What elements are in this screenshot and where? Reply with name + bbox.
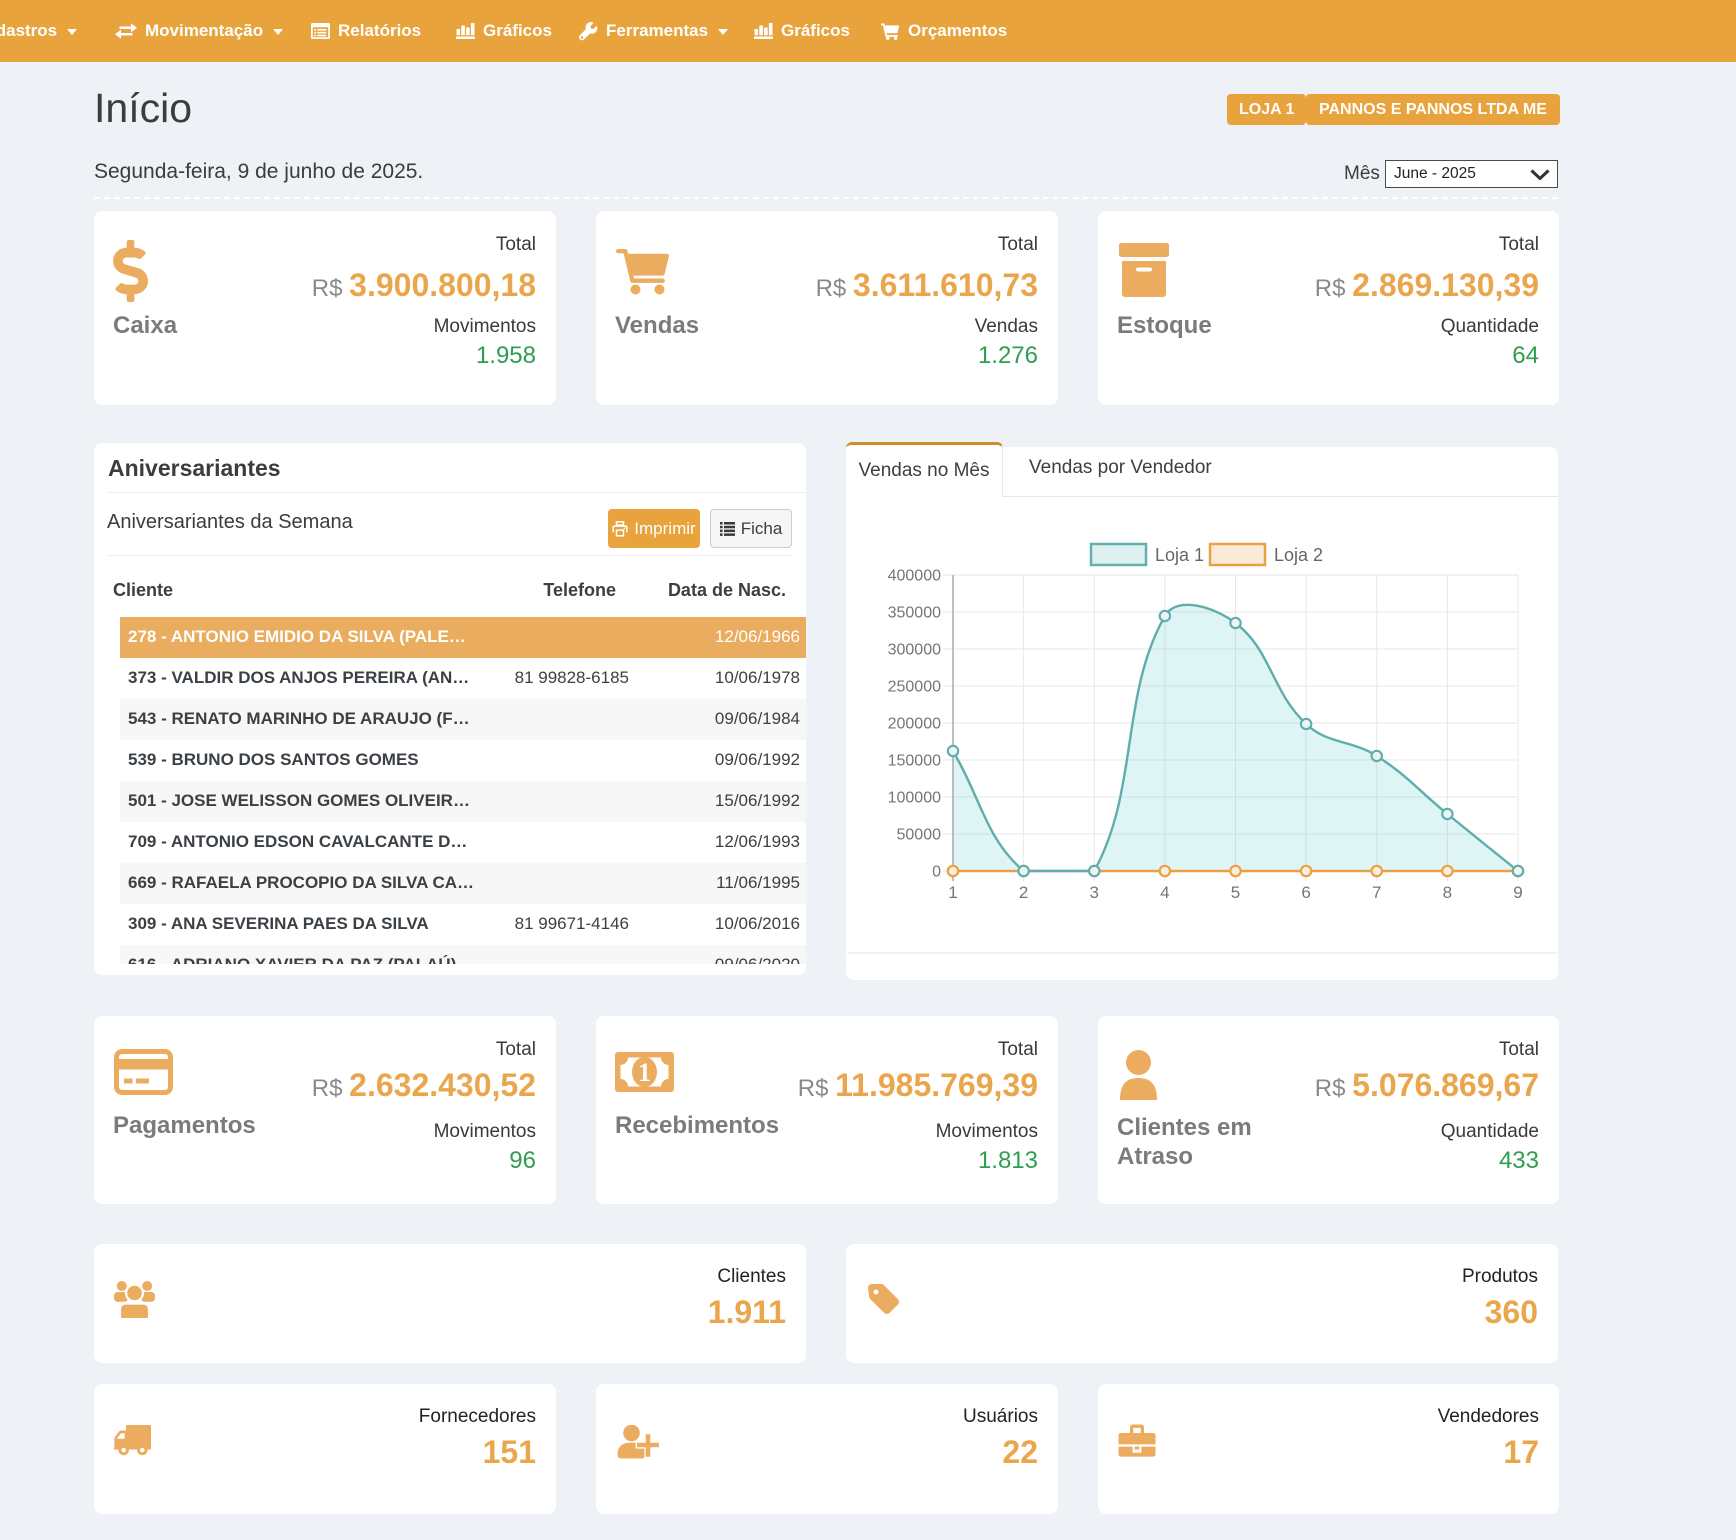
- svg-text:1: 1: [638, 1058, 651, 1087]
- svg-text:7: 7: [1372, 883, 1381, 902]
- svg-text:Loja 1: Loja 1: [1155, 545, 1204, 565]
- svg-text:50000: 50000: [897, 827, 942, 844]
- svg-text:400000: 400000: [888, 568, 941, 585]
- svg-text:Loja 2: Loja 2: [1274, 545, 1323, 565]
- svg-text:350000: 350000: [888, 605, 941, 622]
- svg-text:3: 3: [1090, 883, 1099, 902]
- svg-text:6: 6: [1301, 883, 1310, 902]
- svg-text:200000: 200000: [888, 716, 941, 733]
- svg-text:250000: 250000: [888, 679, 941, 696]
- svg-text:1: 1: [948, 883, 957, 902]
- svg-text:300000: 300000: [888, 642, 941, 659]
- svg-text:9: 9: [1513, 883, 1522, 902]
- svg-text:5: 5: [1231, 883, 1240, 902]
- svg-text:150000: 150000: [888, 753, 941, 770]
- svg-text:2: 2: [1019, 883, 1028, 902]
- svg-text:8: 8: [1443, 883, 1452, 902]
- svg-text:100000: 100000: [888, 790, 941, 807]
- svg-text:0: 0: [932, 864, 941, 881]
- svg-text:4: 4: [1160, 883, 1169, 902]
